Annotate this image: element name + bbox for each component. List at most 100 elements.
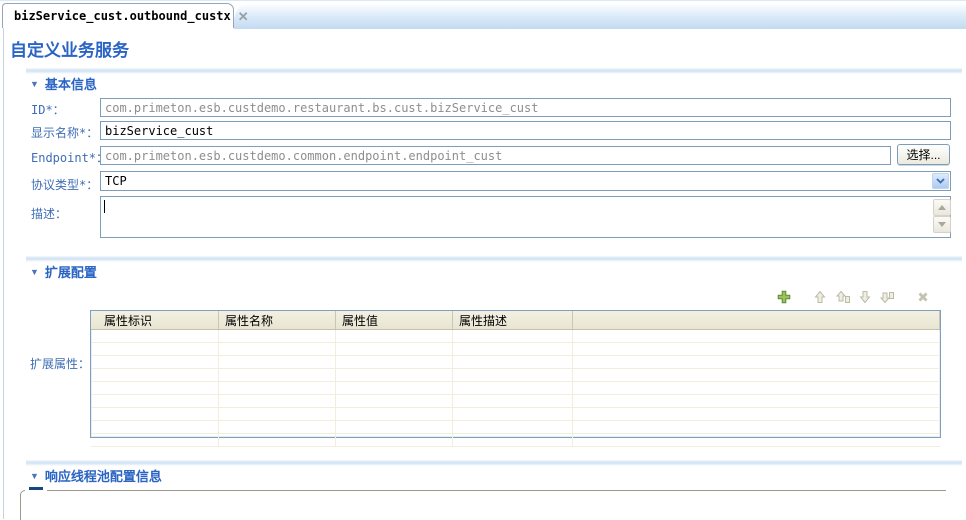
table-cell bbox=[219, 395, 336, 407]
protocol-value: TCP bbox=[105, 174, 127, 188]
chevron-down-icon[interactable]: ▼ bbox=[30, 267, 39, 277]
table-cell bbox=[91, 369, 219, 381]
page-title: 自定义业务服务 bbox=[10, 36, 129, 61]
select-endpoint-button[interactable]: 选择... bbox=[897, 144, 950, 165]
table-cell bbox=[336, 330, 453, 342]
table-cell bbox=[91, 330, 219, 342]
move-down-icon[interactable] bbox=[857, 289, 873, 305]
table-cell bbox=[573, 382, 940, 394]
protocol-select[interactable]: TCP bbox=[100, 171, 951, 191]
table-cell bbox=[336, 382, 453, 394]
table-cell bbox=[453, 330, 573, 342]
endpoint-field[interactable]: com.primeton.esb.custdemo.common.endpoin… bbox=[100, 146, 891, 165]
endpoint-label: Endpoint*： bbox=[31, 149, 108, 166]
display-name-label: 显示名称*： bbox=[31, 124, 98, 141]
table-cell bbox=[219, 434, 336, 446]
section-separator bbox=[26, 460, 962, 466]
section-header-thread[interactable]: ▼ 响应线程池配置信息 bbox=[30, 466, 162, 485]
ext-attrs-label: 扩展属性： bbox=[30, 355, 90, 372]
id-field[interactable]: com.primeton.esb.custdemo.restaurant.bs.… bbox=[100, 98, 951, 117]
column-header[interactable]: 属性描述 bbox=[453, 311, 573, 329]
id-label: ID*： bbox=[31, 101, 65, 118]
id-value: com.primeton.esb.custdemo.restaurant.bs.… bbox=[105, 101, 538, 115]
text-caret bbox=[104, 200, 105, 213]
section-title: 响应线程池配置信息 bbox=[45, 466, 162, 485]
table-cell bbox=[219, 382, 336, 394]
column-header[interactable]: 属性值 bbox=[336, 311, 453, 329]
table-cell bbox=[336, 421, 453, 433]
section-title: 扩展配置 bbox=[45, 262, 97, 281]
table-cell bbox=[573, 434, 940, 446]
column-header[interactable] bbox=[573, 311, 940, 329]
table-row[interactable] bbox=[91, 421, 940, 434]
move-up-icon[interactable] bbox=[812, 289, 828, 305]
display-name-field[interactable]: bizService_cust bbox=[100, 121, 951, 140]
section-header-ext[interactable]: ▼ 扩展配置 bbox=[30, 262, 97, 281]
table-row[interactable] bbox=[91, 369, 940, 382]
table-cell bbox=[91, 434, 219, 446]
table-cell bbox=[336, 356, 453, 368]
display-name-value: bizService_cust bbox=[105, 124, 213, 138]
section-separator bbox=[26, 68, 962, 74]
table-cell bbox=[573, 356, 940, 368]
column-header[interactable]: 属性标识 bbox=[91, 311, 219, 329]
section-separator bbox=[26, 256, 962, 262]
ext-attrs-table: 属性标识 属性名称 属性值 属性描述 bbox=[90, 310, 941, 438]
move-bottom-icon[interactable] bbox=[879, 289, 895, 305]
description-label: 描述： bbox=[31, 205, 67, 222]
close-icon[interactable]: ✕ bbox=[238, 10, 249, 23]
table-row[interactable] bbox=[91, 408, 940, 421]
table-cell bbox=[453, 395, 573, 407]
table-row[interactable] bbox=[91, 330, 940, 343]
table-cell bbox=[453, 382, 573, 394]
table-cell bbox=[336, 395, 453, 407]
table-cell bbox=[219, 369, 336, 381]
table-row[interactable] bbox=[91, 434, 940, 447]
table-cell bbox=[453, 356, 573, 368]
scroll-down-icon[interactable] bbox=[933, 216, 951, 233]
table-cell bbox=[453, 408, 573, 420]
table-row[interactable] bbox=[91, 343, 940, 356]
scroll-up-icon[interactable] bbox=[933, 199, 951, 216]
column-header[interactable]: 属性名称 bbox=[219, 311, 336, 329]
table-cell bbox=[336, 434, 453, 446]
table-cell bbox=[336, 343, 453, 355]
table-row[interactable] bbox=[91, 395, 940, 408]
table-cell bbox=[453, 343, 573, 355]
table-row[interactable] bbox=[91, 382, 940, 395]
table-cell bbox=[453, 421, 573, 433]
add-icon[interactable] bbox=[776, 289, 792, 305]
editor-tab-bar: bizService_cust.outbound_custx ✕ bbox=[0, 0, 966, 29]
editor-tab[interactable]: bizService_cust.outbound_custx ✕ bbox=[2, 3, 234, 28]
table-cell bbox=[573, 408, 940, 420]
protocol-label: 协议类型*： bbox=[31, 176, 98, 193]
table-cell bbox=[336, 369, 453, 381]
table-cell bbox=[91, 356, 219, 368]
table-cell bbox=[453, 434, 573, 446]
table-row[interactable] bbox=[91, 356, 940, 369]
delete-icon[interactable] bbox=[915, 289, 931, 305]
table-cell bbox=[573, 343, 940, 355]
endpoint-value: com.primeton.esb.custdemo.common.endpoin… bbox=[105, 149, 502, 163]
ext-table-body bbox=[91, 330, 940, 447]
chevron-down-icon[interactable] bbox=[932, 173, 949, 189]
table-cell bbox=[219, 330, 336, 342]
table-header-row: 属性标识 属性名称 属性值 属性描述 bbox=[91, 311, 940, 330]
table-cell bbox=[91, 343, 219, 355]
table-cell bbox=[573, 369, 940, 381]
section-header-basic[interactable]: ▼ 基本信息 bbox=[30, 74, 97, 93]
table-cell bbox=[573, 421, 940, 433]
move-top-icon[interactable] bbox=[835, 289, 851, 305]
tab-bar-gradient bbox=[234, 4, 966, 29]
table-cell bbox=[453, 369, 573, 381]
chevron-down-icon[interactable]: ▼ bbox=[30, 471, 39, 481]
table-cell bbox=[219, 408, 336, 420]
table-cell bbox=[573, 395, 940, 407]
thread-pool-groupbox bbox=[20, 490, 946, 520]
table-cell bbox=[91, 395, 219, 407]
partial-checkbox[interactable] bbox=[29, 487, 43, 490]
table-cell bbox=[219, 356, 336, 368]
table-cell bbox=[219, 343, 336, 355]
description-textarea[interactable] bbox=[100, 196, 951, 238]
chevron-down-icon[interactable]: ▼ bbox=[30, 79, 39, 89]
